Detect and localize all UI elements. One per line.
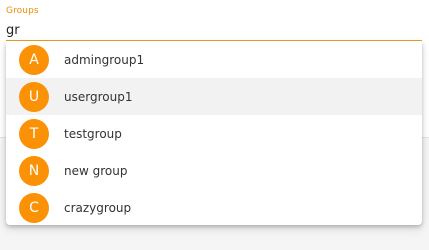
group-option-crazygroup[interactable]: C crazygroup [6, 189, 422, 225]
group-avatar: T [19, 118, 49, 149]
group-avatar: N [19, 155, 49, 186]
group-option-admingroup1[interactable]: A admingroup1 [6, 41, 422, 78]
groups-field: Groups [6, 4, 422, 41]
page: Groups A admingroup1 U usergroup1 T test… [0, 0, 429, 250]
group-suggestions-dropdown: A admingroup1 U usergroup1 T testgroup N… [6, 41, 422, 225]
group-option-label: usergroup1 [64, 89, 133, 104]
group-avatar: C [19, 192, 49, 223]
groups-input[interactable] [6, 20, 416, 40]
group-avatar: U [19, 81, 49, 112]
group-option-label: admingroup1 [64, 52, 145, 67]
group-option-label: crazygroup [64, 200, 132, 215]
group-option-label: new group [64, 163, 128, 178]
group-option-label: testgroup [64, 126, 122, 141]
groups-field-label: Groups [6, 6, 39, 16]
group-avatar: A [19, 44, 49, 75]
group-option-testgroup[interactable]: T testgroup [6, 115, 422, 152]
group-option-new-group[interactable]: N new group [6, 152, 422, 189]
group-option-usergroup1[interactable]: U usergroup1 [6, 78, 422, 115]
